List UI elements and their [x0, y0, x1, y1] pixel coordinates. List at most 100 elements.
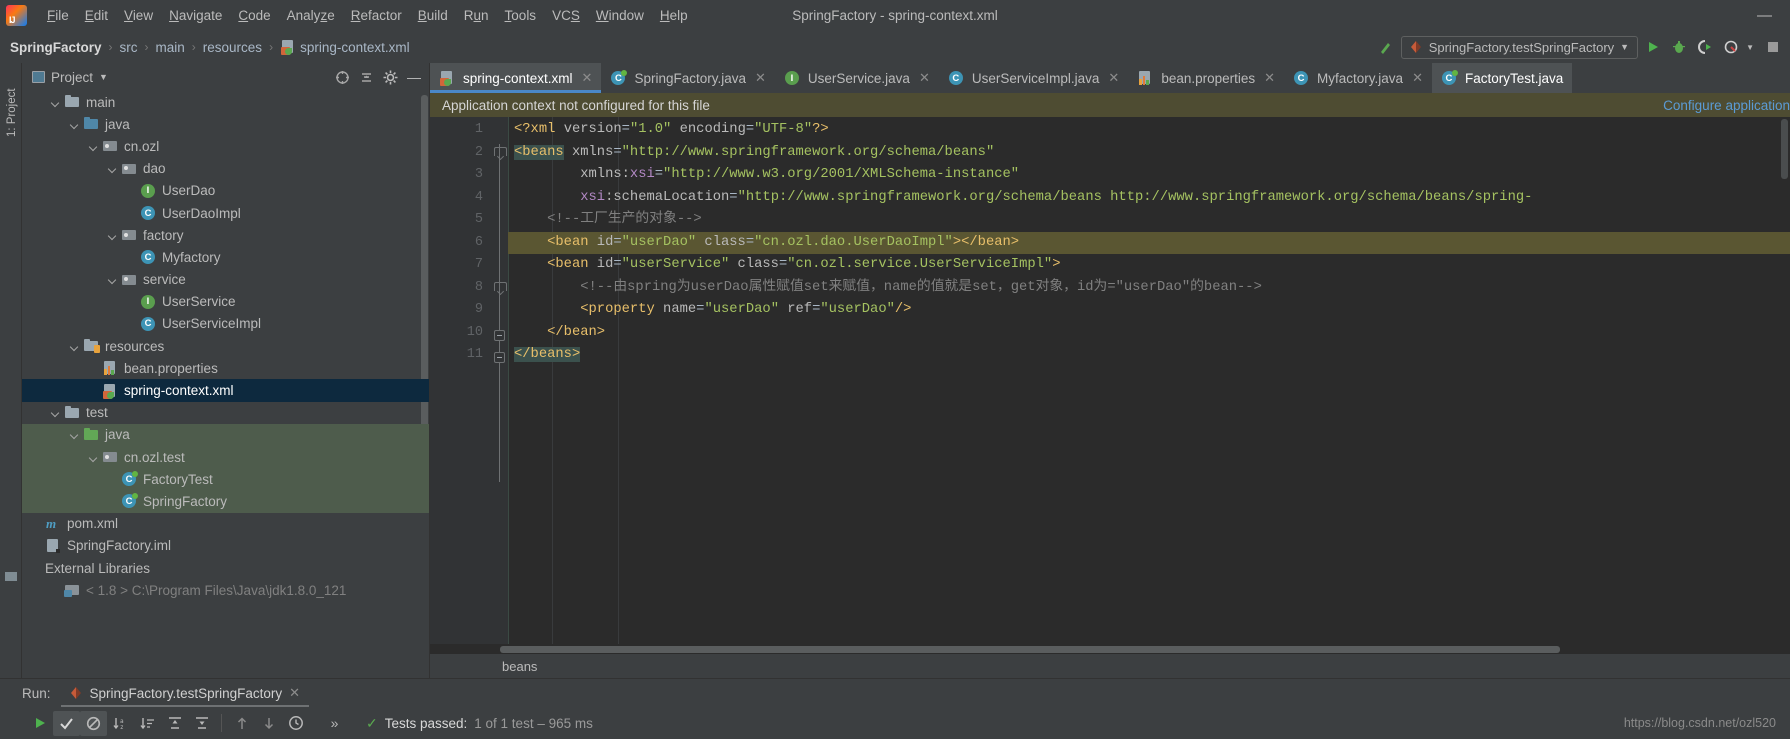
show-passed-check-icon[interactable]: [53, 710, 80, 736]
minimize-icon[interactable]: —: [1747, 7, 1782, 24]
tree-item-main[interactable]: main: [22, 91, 429, 113]
menu-item-file[interactable]: File: [39, 5, 77, 26]
close-icon[interactable]: ✕: [755, 70, 766, 86]
editor-tab-springfactory-java[interactable]: C SpringFactory.java ✕: [601, 63, 775, 93]
chevron-down-icon[interactable]: [49, 96, 62, 109]
menu-item-refactor[interactable]: Refactor: [343, 5, 410, 26]
locate-target-icon[interactable]: [335, 70, 350, 85]
code-line-1[interactable]: <?xml version="1.0" encoding="UTF-8"?>: [508, 119, 1790, 142]
tree-item-dao[interactable]: dao: [22, 158, 429, 180]
chevron-down-icon[interactable]: [68, 340, 81, 353]
tree-item-spring-context-xml[interactable]: spring-context.xml: [22, 379, 429, 402]
tree-item-userserviceimpl[interactable]: C UserServiceImpl: [22, 313, 429, 335]
hide-ignored-icon[interactable]: [80, 710, 107, 736]
chevron-down-icon[interactable]: ▼: [1620, 42, 1629, 52]
run-play-icon[interactable]: [1642, 36, 1664, 58]
build-hammer-icon[interactable]: [1375, 36, 1397, 58]
tree-item-springfactory-iml[interactable]: SpringFactory.iml: [22, 535, 429, 557]
breadcrumb-item-2[interactable]: main: [156, 40, 185, 55]
tree-item-springfactory[interactable]: C SpringFactory: [22, 490, 429, 513]
editor-tab-bean-properties[interactable]: bean.properties ✕: [1128, 63, 1285, 93]
editor-tab-spring-context-xml[interactable]: spring-context.xml ✕: [430, 63, 602, 93]
menu-item-code[interactable]: Code: [230, 5, 278, 26]
collapse-all-icon[interactable]: [188, 711, 215, 736]
code-line-8[interactable]: <!--由spring为userDao属性赋值set来赋值，name的值就是se…: [508, 277, 1790, 300]
project-tree[interactable]: main java cn.ozl dao I UserDao C UserDaoImpl fac…: [22, 91, 429, 678]
tree-item-cn-ozl-test[interactable]: cn.ozl.test: [22, 446, 429, 469]
tree-item-factorytest[interactable]: C FactoryTest: [22, 468, 429, 491]
close-icon[interactable]: ✕: [1108, 70, 1119, 86]
code-editor[interactable]: 1 2 3 4 5 6 7 8 9 10 11 <?xml version="1.0" encodi…: [430, 117, 1790, 644]
editor-vertical-scrollbar[interactable]: [1781, 119, 1788, 179]
tree-item-userdao[interactable]: I UserDao: [22, 180, 429, 202]
menu-item-edit[interactable]: Edit: [77, 5, 116, 26]
editor-tab-factorytest-java[interactable]: C FactoryTest.java: [1431, 63, 1573, 93]
menu-item-help[interactable]: Help: [652, 5, 696, 26]
chevron-down-icon[interactable]: [87, 140, 100, 153]
tree-item-factory[interactable]: factory: [22, 224, 429, 246]
code-line-7[interactable]: <bean id="userService" class="cn.ozl.ser…: [508, 254, 1790, 277]
chevron-down-icon[interactable]: [68, 428, 81, 441]
sort-alphabetically-icon[interactable]: a z: [107, 711, 134, 736]
tree-item-service[interactable]: service: [22, 269, 429, 291]
code-line-2[interactable]: <beans xmlns="http://www.springframework…: [508, 142, 1790, 165]
code-line-11[interactable]: </beans>: [508, 344, 1790, 367]
chevron-down-icon[interactable]: [106, 162, 119, 175]
breadcrumb-item-0[interactable]: SpringFactory: [10, 40, 102, 55]
rerun-play-icon[interactable]: [26, 711, 53, 736]
tree-item-userdaoimpl[interactable]: C UserDaoImpl: [22, 202, 429, 224]
history-clock-icon[interactable]: [282, 711, 309, 736]
menu-item-window[interactable]: Window: [588, 5, 652, 26]
chevron-down-icon[interactable]: ▼: [1746, 43, 1758, 52]
menu-item-run[interactable]: Run: [456, 5, 497, 26]
profiler-icon[interactable]: [1720, 36, 1742, 58]
tree-item-test[interactable]: test: [22, 402, 429, 424]
close-icon[interactable]: ✕: [1412, 70, 1423, 86]
collapse-all-icon[interactable]: [359, 70, 374, 85]
run-with-coverage-icon[interactable]: [1694, 36, 1716, 58]
breadcrumb-element[interactable]: beans: [502, 659, 537, 674]
editor-tab-userservice-java[interactable]: I UserService.java ✕: [774, 63, 939, 93]
close-icon[interactable]: ✕: [1264, 70, 1275, 86]
code-line-9[interactable]: <property name="userDao" ref="userDao"/>: [508, 299, 1790, 322]
structure-icon[interactable]: [4, 569, 18, 583]
menu-item-tools[interactable]: Tools: [497, 5, 545, 26]
breadcrumb-item-3[interactable]: resources: [203, 40, 262, 55]
chevron-down-icon[interactable]: [106, 229, 119, 242]
tree-item-1-8-c-program-files-java-jdk1-8-0-121[interactable]: < 1.8 > C:\Program Files\Java\jdk1.8.0_1…: [22, 579, 429, 601]
chevron-down-icon[interactable]: [106, 273, 119, 286]
next-failed-icon[interactable]: [255, 711, 282, 736]
tree-item-bean-properties[interactable]: bean.properties: [22, 357, 429, 379]
configure-application-link[interactable]: Configure application: [1663, 98, 1790, 113]
code-line-3[interactable]: xmlns:xsi="http://www.w3.org/2001/XMLSch…: [508, 164, 1790, 187]
code-line-4[interactable]: xsi:schemaLocation="http://www.springfra…: [508, 187, 1790, 210]
tree-item-java[interactable]: java: [22, 423, 429, 446]
prev-failed-icon[interactable]: [228, 711, 255, 736]
sort-by-duration-icon[interactable]: [134, 711, 161, 736]
tree-item-pom-xml[interactable]: m pom.xml: [22, 513, 429, 535]
editor-tab-myfactory-java[interactable]: C Myfactory.java ✕: [1284, 63, 1432, 93]
menu-item-view[interactable]: View: [116, 5, 161, 26]
close-icon[interactable]: ✕: [289, 685, 300, 701]
breadcrumb-item-1[interactable]: src: [120, 40, 138, 55]
code-line-5[interactable]: <!--工厂生产的对象-->: [508, 209, 1790, 232]
debug-bug-icon[interactable]: [1668, 36, 1690, 58]
tree-item-cn-ozl[interactable]: cn.ozl: [22, 135, 429, 157]
close-icon[interactable]: ✕: [919, 70, 930, 86]
chevron-down-icon[interactable]: [49, 406, 62, 419]
chevron-down-icon[interactable]: ▼: [99, 72, 108, 82]
menu-item-build[interactable]: Build: [410, 5, 456, 26]
run-configuration-selector[interactable]: SpringFactory.testSpringFactory ▼: [1400, 35, 1639, 59]
tree-item-external-libraries[interactable]: External Libraries: [22, 557, 429, 579]
menu-item-vcs[interactable]: VCS: [544, 5, 588, 26]
tree-item-userservice[interactable]: I UserService: [22, 291, 429, 313]
menu-item-analyze[interactable]: Analyze: [279, 5, 343, 26]
run-tab[interactable]: SpringFactory.testSpringFactory ✕: [60, 679, 310, 707]
tree-item-resources[interactable]: resources: [22, 335, 429, 357]
chevron-down-icon[interactable]: [68, 118, 81, 131]
code-folding-column[interactable]: [492, 117, 508, 644]
minimize-icon[interactable]: —: [407, 69, 425, 85]
breadcrumb-item-4[interactable]: spring-context.xml: [300, 40, 410, 55]
code-content[interactable]: <?xml version="1.0" encoding="UTF-8"?> <b…: [508, 117, 1790, 644]
chevron-down-icon[interactable]: [87, 451, 100, 464]
